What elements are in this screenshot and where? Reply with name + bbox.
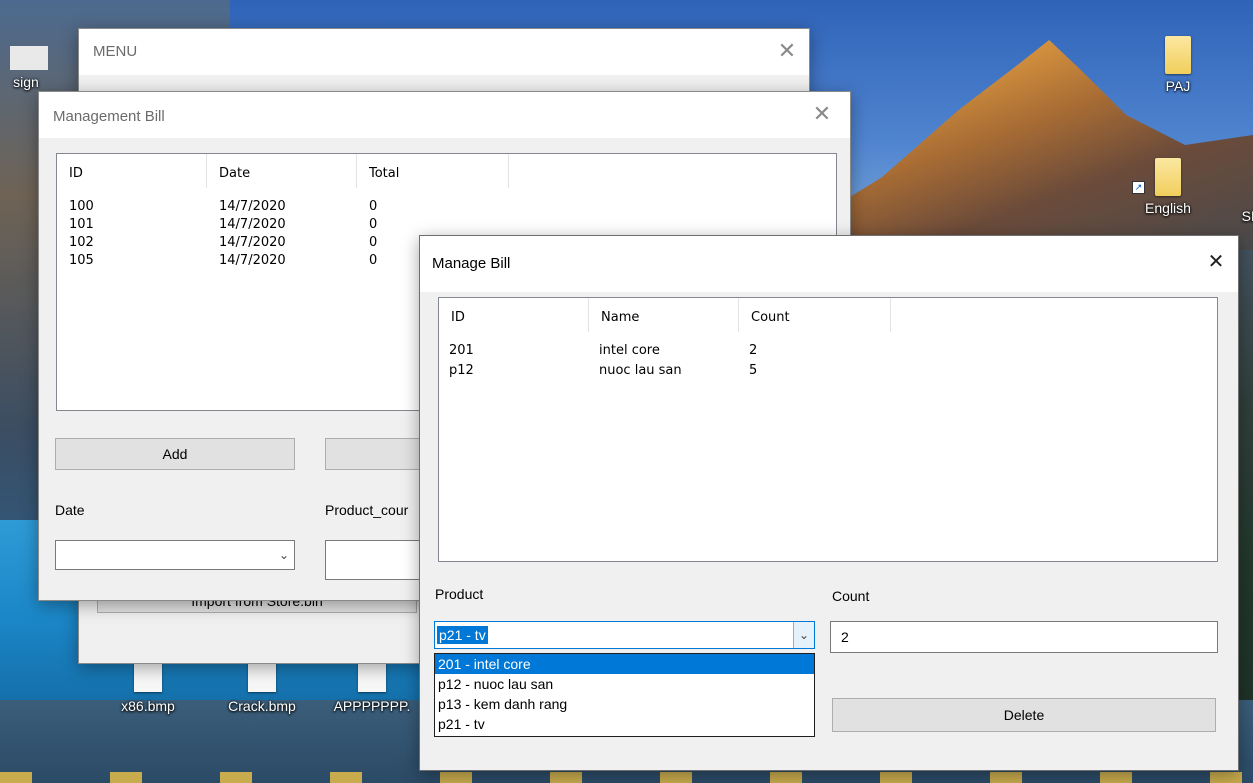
table-row[interactable]: p12 nuoc lau san 5 (439, 362, 1217, 380)
product-label: Product (435, 586, 484, 602)
desktop-icon-sign[interactable]: sign (4, 46, 48, 90)
column-header-id[interactable]: ID (439, 298, 589, 332)
column-header-total[interactable]: Total (357, 154, 509, 188)
menu-titlebar: MENU ✕ (79, 29, 809, 75)
window-title: MENU (93, 43, 138, 60)
cell-total: 0 (369, 217, 378, 232)
bill-items-header: ID Name Count (439, 298, 909, 332)
cell-name: nuoc lau san (599, 363, 682, 378)
management-bill-titlebar: Management Bill ✕ (39, 92, 850, 138)
desktop-icon-label: sign (13, 74, 39, 90)
desktop-icon-english[interactable]: ↗ English (1132, 158, 1204, 216)
product-combobox[interactable]: p21 - tv ⌄ (434, 621, 815, 649)
cell-date: 14/7/2020 (219, 235, 286, 250)
desktop-icon-label: English (1145, 200, 1191, 216)
desktop-icon-crack[interactable]: Crack.bmp (214, 662, 310, 714)
column-header-date[interactable]: Date (207, 154, 357, 188)
desktop-icon-x86[interactable]: x86.bmp (108, 662, 188, 714)
cell-count: 2 (749, 343, 758, 358)
chevron-down-icon[interactable]: ⌄ (274, 541, 294, 569)
column-header-name[interactable]: Name (589, 298, 739, 332)
close-icon[interactable]: ✕ (808, 100, 836, 128)
manage-bill-titlebar: Manage Bill ✕ (420, 236, 1238, 292)
cell-total: 0 (369, 199, 378, 214)
cell-id: 101 (69, 217, 94, 232)
date-picker[interactable]: ⌄ (55, 540, 295, 570)
desktop-icon-paj[interactable]: PAJ (1148, 36, 1208, 94)
image-file-icon (134, 662, 162, 692)
bill-items-list[interactable]: ID Name Count 201 intel core 2 p12 nuoc … (438, 297, 1218, 562)
add-button[interactable]: Add (55, 438, 295, 470)
cell-id: 102 (69, 235, 94, 250)
bill-list-header: ID Date Total (57, 154, 527, 188)
delete-button[interactable]: Delete (832, 698, 1216, 732)
cell-total: 0 (369, 253, 378, 268)
image-file-icon (248, 662, 276, 692)
desktop-icon-label: SE (1241, 208, 1253, 224)
image-file-icon (358, 662, 386, 692)
cell-total: 0 (369, 235, 378, 250)
date-label: Date (55, 502, 85, 518)
file-icon (10, 46, 48, 70)
table-row[interactable]: 101 14/7/2020 0 (57, 216, 836, 234)
cell-id: 201 (449, 343, 474, 358)
cell-count: 5 (749, 363, 758, 378)
file-icon (1155, 158, 1181, 196)
file-icon (1165, 36, 1191, 74)
product-dropdown-list[interactable]: 201 - intel core p12 - nuoc lau san p13 … (434, 653, 815, 737)
cell-id: p12 (449, 363, 474, 378)
window-title: Management Bill (53, 108, 165, 125)
desktop-icon-appppppp[interactable]: APPPPPPP. (322, 662, 422, 714)
product-count-label: Product_cour (325, 502, 409, 518)
desktop-icon-label: PAJ (1165, 78, 1191, 94)
cell-id: 100 (69, 199, 94, 214)
cell-date: 14/7/2020 (219, 217, 286, 232)
table-row[interactable]: 100 14/7/2020 0 (57, 198, 836, 216)
manage-bill-window: Manage Bill ✕ ID Name Count 201 intel co… (419, 235, 1239, 771)
dropdown-option[interactable]: p13 - kem danh rang (435, 694, 814, 714)
close-icon[interactable]: ✕ (1202, 248, 1230, 276)
desktop-icon-label: x86.bmp (121, 698, 175, 714)
dropdown-option[interactable]: p21 - tv (435, 714, 814, 734)
desktop-icon-label: APPPPPPP. (333, 698, 411, 714)
cell-id: 105 (69, 253, 94, 268)
product-selected-value: p21 - tv (437, 626, 488, 644)
desktop-bottom-icons-row (0, 772, 1253, 783)
cell-date: 14/7/2020 (219, 253, 286, 268)
close-icon[interactable]: ✕ (773, 37, 801, 65)
column-header-id[interactable]: ID (57, 154, 207, 188)
count-input[interactable]: 2 (830, 621, 1218, 653)
table-row[interactable]: 201 intel core 2 (439, 342, 1217, 360)
chevron-down-icon[interactable]: ⌄ (793, 622, 814, 648)
cell-date: 14/7/2020 (219, 199, 286, 214)
window-title: Manage Bill (432, 255, 511, 272)
dropdown-option[interactable]: 201 - intel core (435, 654, 814, 674)
desktop-icon-se[interactable]: SE (1236, 208, 1253, 224)
dropdown-option[interactable]: p12 - nuoc lau san (435, 674, 814, 694)
count-label: Count (832, 588, 870, 604)
desktop-icon-label: Crack.bmp (228, 698, 296, 714)
shortcut-arrow-icon: ↗ (1132, 181, 1145, 194)
cell-name: intel core (599, 343, 660, 358)
column-header-count[interactable]: Count (739, 298, 891, 332)
